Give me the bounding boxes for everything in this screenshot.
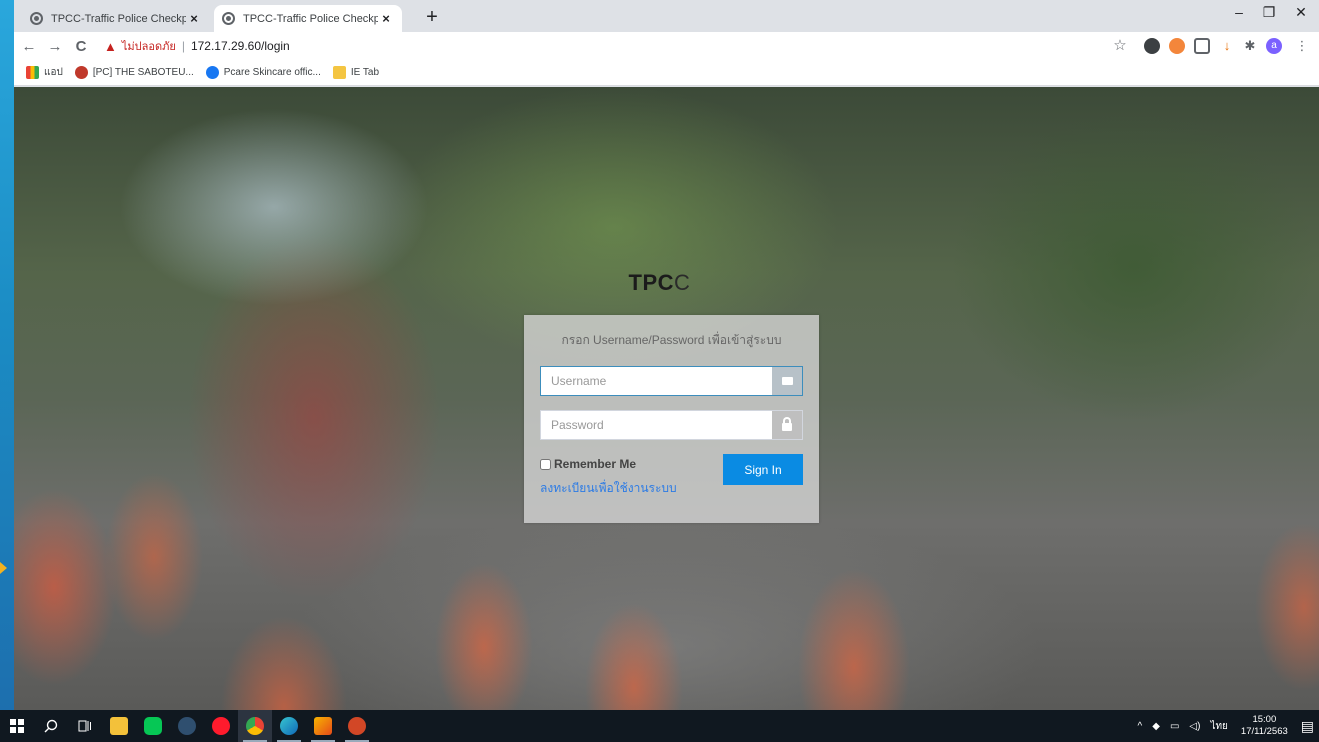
extension-icon[interactable] <box>1144 38 1160 54</box>
clock-date: 17/11/2563 <box>1240 726 1288 737</box>
tab-title: TPCC-Traffic Police Checkpoint C <box>51 12 186 25</box>
chrome-icon[interactable] <box>238 710 272 742</box>
taskbar: ^ ◆ ▭ ◁) ไทย 15:00 17/11/2563 ▤ <box>0 710 1319 742</box>
extension-icon[interactable] <box>1169 38 1185 54</box>
reload-button[interactable]: C <box>70 38 92 55</box>
minimize-button[interactable]: – <box>1224 4 1254 20</box>
remember-me-checkbox[interactable] <box>540 458 551 470</box>
app-icon[interactable] <box>170 710 204 742</box>
bookmark-ie-tab[interactable]: IE Tab <box>332 66 379 79</box>
forward-button[interactable]: → <box>44 38 66 55</box>
clock[interactable]: 15:00 17/11/2563 <box>1241 714 1288 738</box>
envelope-icon <box>772 367 802 395</box>
search-icon[interactable] <box>34 710 68 742</box>
url-text[interactable]: 172.17.29.60/login <box>191 39 290 53</box>
language-indicator[interactable]: ไทย <box>1210 719 1227 734</box>
apps-icon <box>26 66 39 79</box>
desktop-background-strip <box>0 0 14 710</box>
username-input[interactable] <box>540 366 803 396</box>
file-explorer-icon[interactable] <box>102 710 136 742</box>
clock-time: 15:00 <box>1252 714 1277 725</box>
remember-me[interactable]: Remember Me <box>540 457 636 471</box>
folder-icon <box>332 66 346 79</box>
windows-start-icon[interactable] <box>0 710 34 742</box>
task-view-icon[interactable] <box>68 710 102 742</box>
line-app-icon[interactable] <box>136 710 170 742</box>
login-box: กรอก Username/Password เพื่อเข้าสู่ระบบ … <box>524 315 819 523</box>
page-title: TPCC <box>628 270 691 295</box>
facebook-icon <box>205 66 219 79</box>
powerpoint-icon[interactable] <box>340 710 374 742</box>
globe-icon <box>30 12 43 25</box>
system-tray: ^ ◆ ▭ ◁) ไทย 15:00 17/11/2563 ▤ <box>1133 710 1319 742</box>
globe-icon <box>222 12 235 25</box>
sign-in-button[interactable]: Sign In <box>723 454 803 485</box>
username-group <box>540 366 803 396</box>
puzzle-icon[interactable]: ✱ <box>1242 38 1258 54</box>
notification-icon[interactable]: ▤ <box>1301 718 1314 735</box>
new-tab-button[interactable]: + <box>420 6 444 30</box>
menu-icon[interactable]: ⋮ <box>1294 38 1310 54</box>
tab-close-icon[interactable]: × <box>186 11 202 26</box>
browser-toolbar: ← → C ▲ ไม่ปลอดภัย | 172.17.29.60/login … <box>14 32 1319 60</box>
remember-me-label: Remember Me <box>554 457 637 471</box>
extension-icon[interactable] <box>1194 38 1210 54</box>
bookmarks-bar: แอป [PC] THE SABOTEU... Pcare Skincare o… <box>14 60 1319 86</box>
bookmark-apps[interactable]: แอป <box>26 65 63 80</box>
bookmark-pcare[interactable]: Pcare Skincare offic... <box>205 66 321 79</box>
chevron-up-icon[interactable]: ^ <box>1138 721 1143 732</box>
app-icon[interactable] <box>306 710 340 742</box>
bookmark-star-icon[interactable]: ☆ <box>1112 38 1128 54</box>
tab-title: TPCC-Traffic Police Checkpoint C <box>243 12 378 25</box>
edge-icon[interactable] <box>272 710 306 742</box>
desktop-arrow-decoration <box>0 562 7 574</box>
close-window-button[interactable]: ✕ <box>1286 4 1316 21</box>
profile-avatar[interactable]: a <box>1266 38 1282 54</box>
login-message: กรอก Username/Password เพื่อเข้าสู่ระบบ <box>561 333 782 347</box>
tab-active[interactable]: TPCC-Traffic Police Checkpoint C × <box>214 5 402 32</box>
bookmark-saboteur[interactable]: [PC] THE SABOTEU... <box>74 66 194 79</box>
tab-strip: TPCC-Traffic Police Checkpoint C × TPCC-… <box>14 0 1319 32</box>
restore-button[interactable]: ❐ <box>1254 4 1284 21</box>
tab-close-icon[interactable]: × <box>378 11 394 26</box>
browser-window: TPCC-Traffic Police Checkpoint C × TPCC-… <box>14 0 1319 710</box>
display-icon[interactable]: ▭ <box>1170 721 1179 732</box>
extension-icon[interactable]: ↓ <box>1219 38 1235 54</box>
back-button[interactable]: ← <box>18 38 40 55</box>
warning-icon[interactable]: ▲ <box>104 39 117 54</box>
insecure-label[interactable]: ไม่ปลอดภัย <box>122 37 176 55</box>
opera-icon[interactable] <box>204 710 238 742</box>
game-icon <box>74 66 88 79</box>
password-input[interactable] <box>540 410 803 440</box>
page-background: TPCC กรอก Username/Password เพื่อเข้าสู่… <box>14 87 1319 710</box>
volume-icon[interactable]: ◁) <box>1189 721 1200 732</box>
password-group <box>540 410 803 440</box>
network-icon[interactable]: ◆ <box>1152 721 1160 732</box>
address-bar[interactable]: ▲ ไม่ปลอดภัย | 172.17.29.60/login <box>104 35 290 57</box>
address-separator: | <box>181 39 185 53</box>
lock-icon <box>772 411 802 439</box>
tab-inactive[interactable]: TPCC-Traffic Police Checkpoint C × <box>22 5 210 32</box>
